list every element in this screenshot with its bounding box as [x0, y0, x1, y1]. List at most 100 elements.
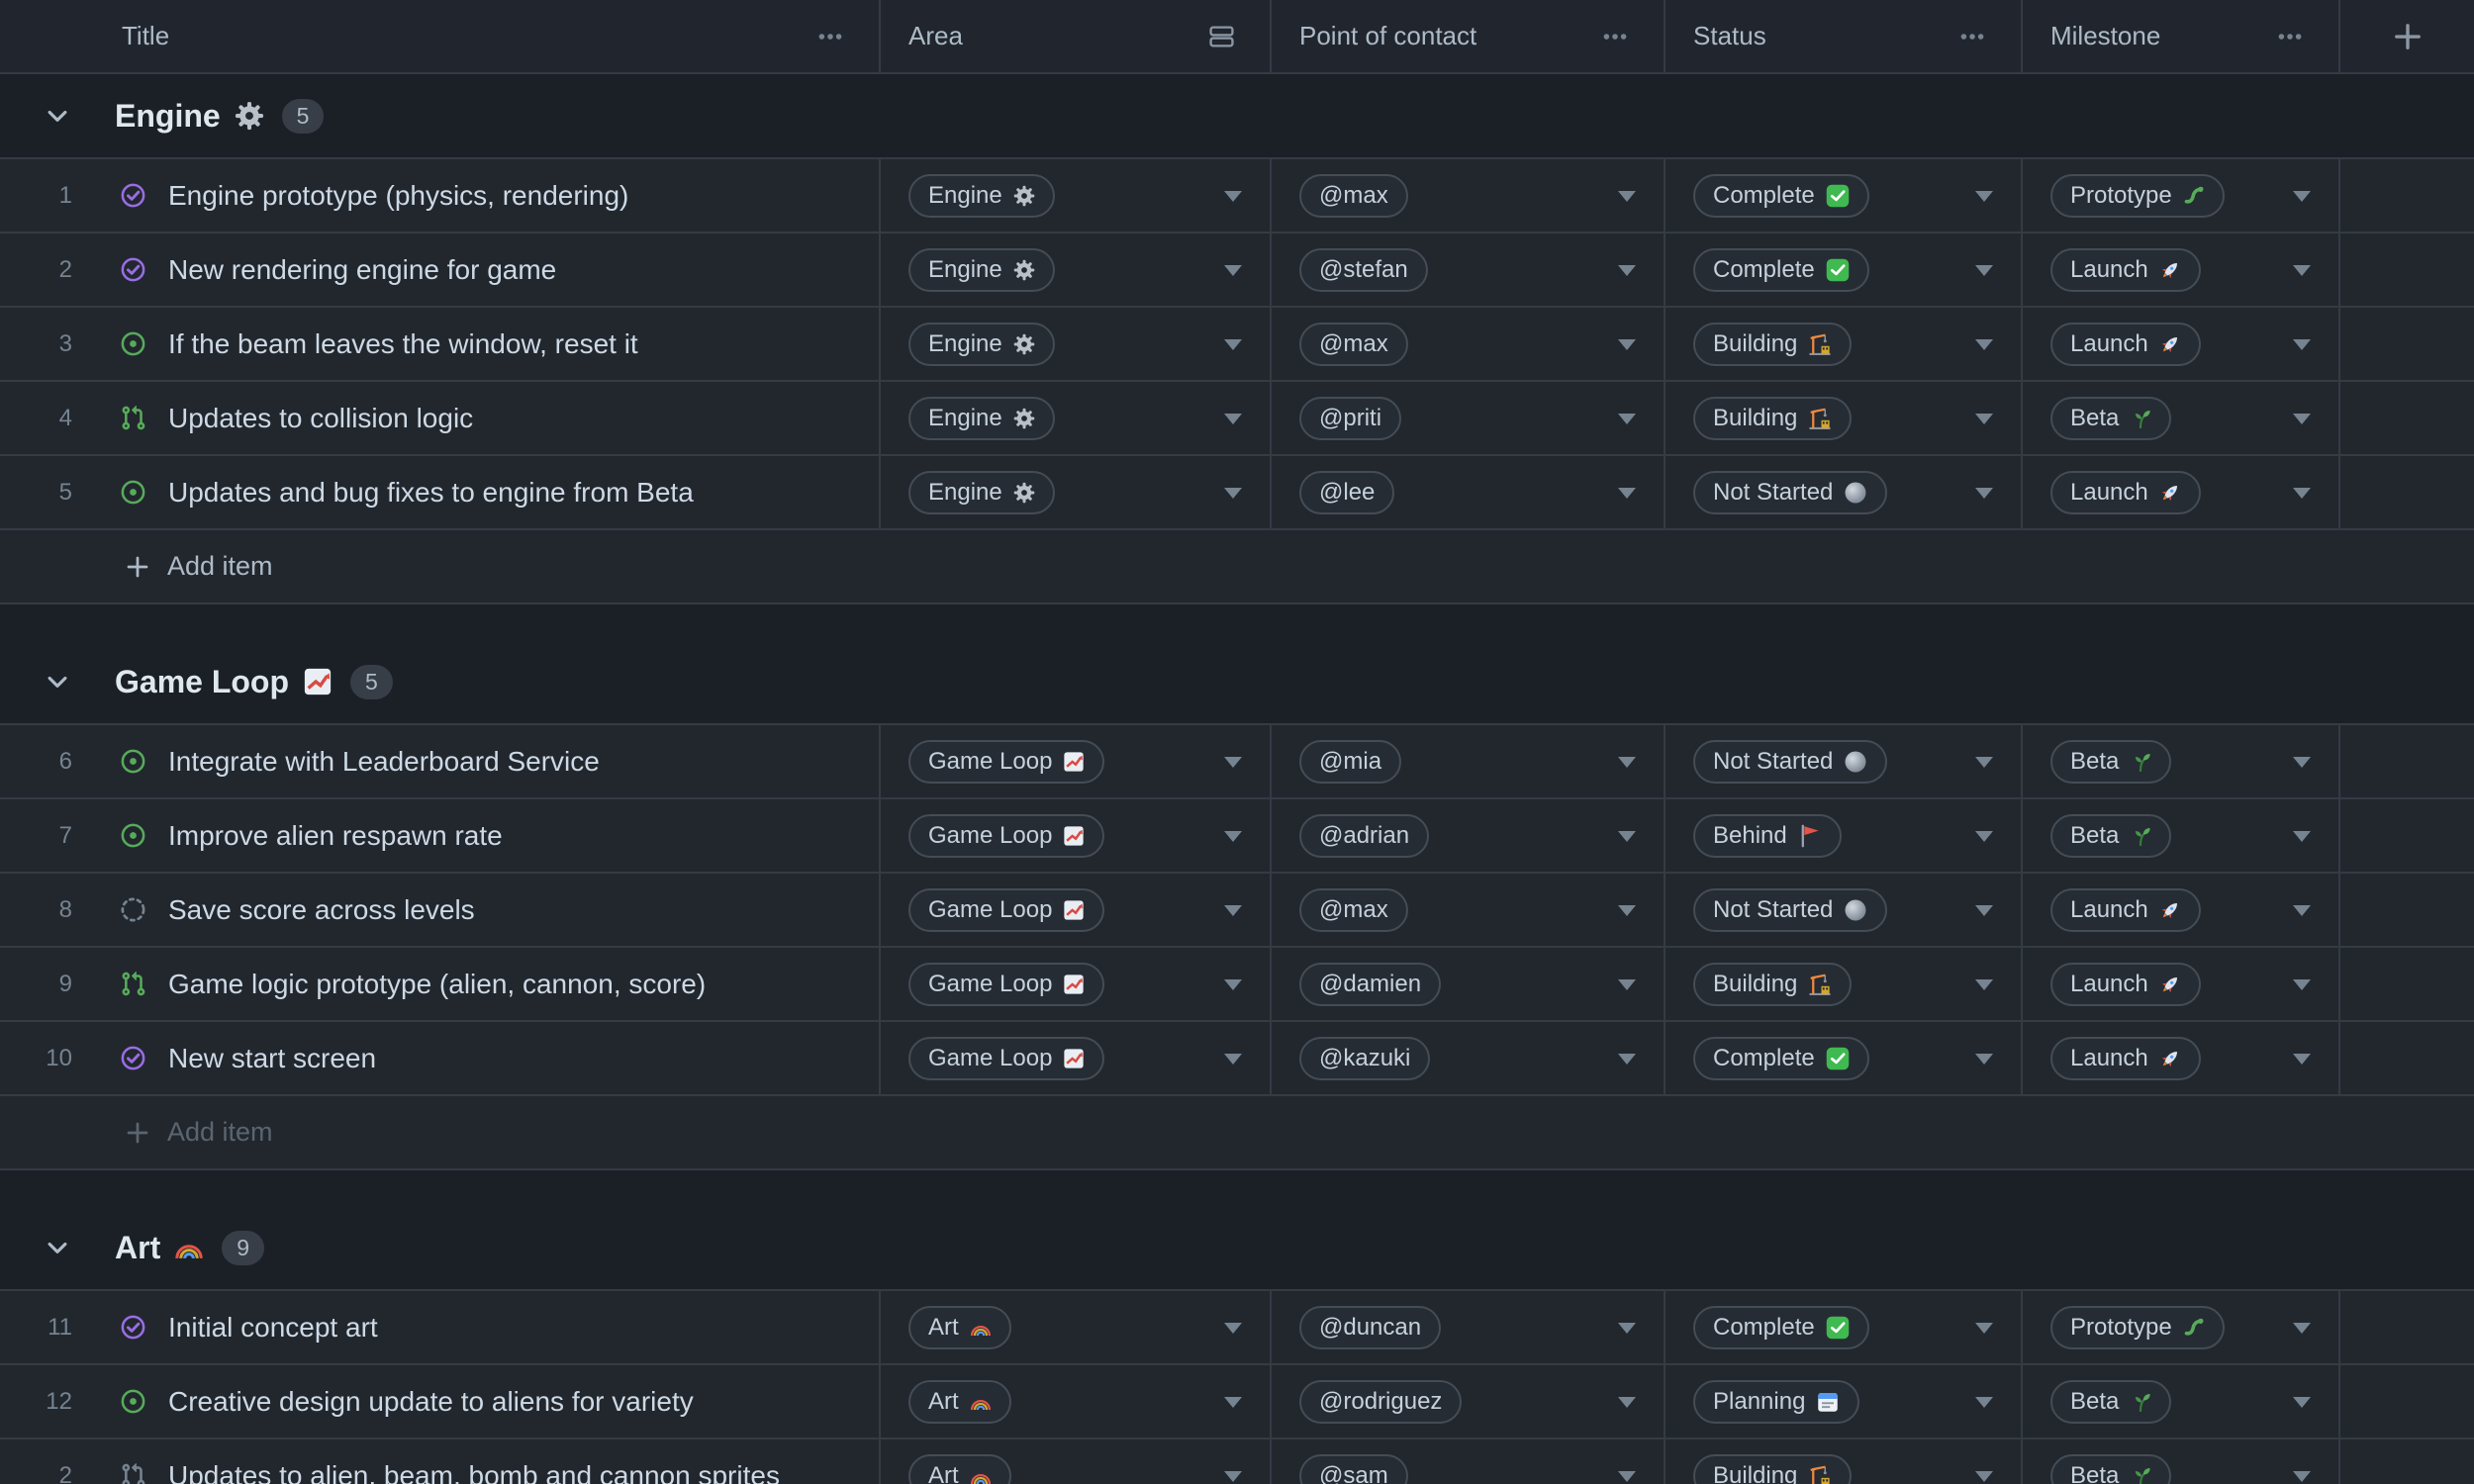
caret-down-icon[interactable]	[2293, 830, 2311, 842]
item-title[interactable]: If the beam leaves the window, reset it	[168, 328, 638, 360]
caret-down-icon[interactable]	[1975, 1470, 1993, 1482]
area-chip[interactable]: Game Loop	[908, 887, 1105, 932]
caret-down-icon[interactable]	[1618, 264, 1636, 276]
caret-down-icon[interactable]	[1618, 1053, 1636, 1065]
status-chip[interactable]: Building	[1693, 396, 1853, 440]
caret-down-icon[interactable]	[1224, 978, 1242, 990]
contact-chip[interactable]: @max	[1299, 322, 1408, 366]
milestone-chip[interactable]: Beta	[2050, 739, 2172, 784]
area-chip[interactable]: Game Loop	[908, 1036, 1105, 1080]
milestone-chip[interactable]: Prototype	[2050, 173, 2225, 218]
caret-down-icon[interactable]	[1975, 1322, 1993, 1334]
caret-down-icon[interactable]	[2293, 978, 2311, 990]
milestone-chip[interactable]: Beta	[2050, 396, 2172, 440]
status-chip[interactable]: Not Started	[1693, 887, 1888, 932]
area-chip[interactable]: Game Loop	[908, 813, 1105, 858]
contact-chip[interactable]: @priti	[1299, 396, 1402, 440]
caret-down-icon[interactable]	[1618, 904, 1636, 916]
caret-down-icon[interactable]	[1618, 487, 1636, 499]
kebab-icon[interactable]	[1959, 24, 1985, 49]
caret-down-icon[interactable]	[1618, 1396, 1636, 1408]
item-title[interactable]: Creative design update to aliens for var…	[168, 1386, 694, 1418]
area-chip[interactable]: Engine	[908, 396, 1055, 440]
area-chip[interactable]: Art	[908, 1453, 1011, 1484]
contact-chip[interactable]: @max	[1299, 887, 1408, 932]
caret-down-icon[interactable]	[1224, 1470, 1242, 1482]
area-chip[interactable]: Game Loop	[908, 739, 1105, 784]
milestone-chip[interactable]: Launch	[2050, 247, 2201, 292]
item-title[interactable]: Game logic prototype (alien, cannon, sco…	[168, 969, 706, 1000]
item-title[interactable]: Updates to collision logic	[168, 403, 473, 434]
caret-down-icon[interactable]	[1618, 1470, 1636, 1482]
milestone-chip[interactable]: Launch	[2050, 962, 2201, 1006]
caret-down-icon[interactable]	[1224, 756, 1242, 768]
item-title[interactable]: Engine prototype (physics, rendering)	[168, 180, 628, 212]
caret-down-icon[interactable]	[1224, 1322, 1242, 1334]
caret-down-icon[interactable]	[1224, 830, 1242, 842]
caret-down-icon[interactable]	[1975, 978, 1993, 990]
status-chip[interactable]: Building	[1693, 962, 1853, 1006]
area-chip[interactable]: Game Loop	[908, 962, 1105, 1006]
add-column-button[interactable]	[2338, 0, 2474, 72]
contact-chip[interactable]: @duncan	[1299, 1305, 1442, 1349]
contact-chip[interactable]: @mia	[1299, 739, 1402, 784]
status-chip[interactable]: Complete	[1693, 1305, 1869, 1349]
caret-down-icon[interactable]	[1224, 264, 1242, 276]
status-chip[interactable]: Complete	[1693, 247, 1869, 292]
milestone-chip[interactable]: Launch	[2050, 470, 2201, 514]
rows-icon[interactable]	[1209, 24, 1234, 48]
caret-down-icon[interactable]	[2293, 190, 2311, 202]
caret-down-icon[interactable]	[2293, 756, 2311, 768]
caret-down-icon[interactable]	[1975, 1053, 1993, 1065]
status-chip[interactable]: Building	[1693, 1453, 1853, 1484]
caret-down-icon[interactable]	[1975, 264, 1993, 276]
kebab-icon[interactable]	[1602, 24, 1628, 49]
caret-down-icon[interactable]	[2293, 1322, 2311, 1334]
caret-down-icon[interactable]	[1224, 413, 1242, 424]
milestone-chip[interactable]: Beta	[2050, 1379, 2172, 1424]
chevron-down-icon[interactable]	[44, 1234, 71, 1261]
caret-down-icon[interactable]	[2293, 413, 2311, 424]
caret-down-icon[interactable]	[2293, 904, 2311, 916]
area-chip[interactable]: Engine	[908, 322, 1055, 366]
caret-down-icon[interactable]	[1618, 190, 1636, 202]
contact-chip[interactable]: @lee	[1299, 470, 1395, 514]
caret-down-icon[interactable]	[1975, 904, 1993, 916]
contact-chip[interactable]: @max	[1299, 173, 1408, 218]
item-title[interactable]: New rendering engine for game	[168, 254, 556, 286]
item-title[interactable]: Updates to alien, beam, bomb and cannon …	[168, 1460, 780, 1484]
kebab-icon[interactable]	[2277, 24, 2303, 49]
contact-chip[interactable]: @stefan	[1299, 247, 1428, 292]
item-title[interactable]: Save score across levels	[168, 894, 475, 926]
item-title[interactable]: Improve alien respawn rate	[168, 820, 503, 852]
contact-chip[interactable]: @adrian	[1299, 813, 1430, 858]
item-title[interactable]: Integrate with Leaderboard Service	[168, 746, 600, 778]
caret-down-icon[interactable]	[1618, 413, 1636, 424]
area-chip[interactable]: Engine	[908, 247, 1055, 292]
caret-down-icon[interactable]	[1975, 1396, 1993, 1408]
milestone-chip[interactable]: Prototype	[2050, 1305, 2225, 1349]
area-chip[interactable]: Art	[908, 1379, 1011, 1424]
add-item-button[interactable]: Add item	[0, 1096, 2474, 1170]
caret-down-icon[interactable]	[1224, 190, 1242, 202]
caret-down-icon[interactable]	[1618, 830, 1636, 842]
caret-down-icon[interactable]	[1224, 1053, 1242, 1065]
milestone-chip[interactable]: Beta	[2050, 813, 2172, 858]
add-item-button[interactable]: Add item	[0, 530, 2474, 604]
item-title[interactable]: Updates and bug fixes to engine from Bet…	[168, 477, 694, 509]
contact-chip[interactable]: @rodriguez	[1299, 1379, 1463, 1424]
status-chip[interactable]: Not Started	[1693, 739, 1888, 784]
caret-down-icon[interactable]	[1975, 830, 1993, 842]
caret-down-icon[interactable]	[2293, 487, 2311, 499]
caret-down-icon[interactable]	[1975, 756, 1993, 768]
status-chip[interactable]: Planning	[1693, 1379, 1860, 1424]
milestone-chip[interactable]: Launch	[2050, 1036, 2201, 1080]
area-chip[interactable]: Art	[908, 1305, 1011, 1349]
contact-chip[interactable]: @sam	[1299, 1453, 1408, 1484]
caret-down-icon[interactable]	[1224, 1396, 1242, 1408]
status-chip[interactable]: Building	[1693, 322, 1853, 366]
chevron-down-icon[interactable]	[44, 668, 71, 696]
caret-down-icon[interactable]	[1618, 978, 1636, 990]
caret-down-icon[interactable]	[1975, 190, 1993, 202]
area-chip[interactable]: Engine	[908, 173, 1055, 218]
